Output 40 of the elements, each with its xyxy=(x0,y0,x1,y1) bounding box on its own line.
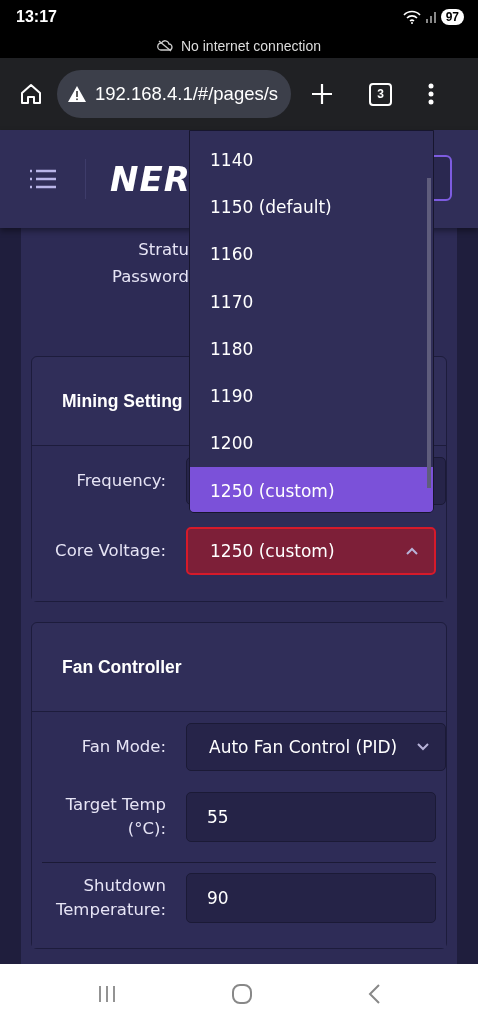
dropdown-option[interactable]: 1180 xyxy=(190,325,433,373)
dropdown-option[interactable]: 1200 xyxy=(190,419,433,468)
field-label: Frequency: xyxy=(75,470,167,492)
home-icon[interactable] xyxy=(19,82,43,106)
recent-apps-icon[interactable] xyxy=(97,985,117,1003)
tab-count-button[interactable]: 3 xyxy=(369,82,392,106)
dropdown-option[interactable]: 1190 xyxy=(190,372,433,420)
warning-icon xyxy=(67,85,87,103)
select-field[interactable]: Auto Fan Control (PID) xyxy=(186,723,446,771)
clock: 13:17 xyxy=(16,8,57,26)
address-bar[interactable]: 192.168.4.1/#/pages/s xyxy=(57,70,291,118)
dropdown-option[interactable]: 1140 xyxy=(190,136,433,184)
field-label: Target Temp (°C): xyxy=(64,794,167,840)
field-label: Stratu Password xyxy=(110,239,189,288)
more-icon[interactable] xyxy=(428,83,434,105)
menu-icon[interactable] xyxy=(29,169,57,189)
dropdown-option[interactable]: 1250 (custom) xyxy=(190,467,433,512)
signal-icon xyxy=(424,11,437,23)
offline-message: No internet connection xyxy=(180,38,322,54)
dropdown-option[interactable]: 1170 xyxy=(190,277,433,326)
logo: NER xyxy=(110,159,191,199)
scrollbar[interactable] xyxy=(427,178,431,488)
dropdown-option[interactable]: 1150 (default) xyxy=(190,183,433,231)
field-label: Shutdown Temperature: xyxy=(54,875,167,921)
plus-icon[interactable] xyxy=(311,83,333,105)
battery-level: 97 xyxy=(440,9,464,25)
field-label: Fan Mode: xyxy=(80,736,167,758)
card-title: Fan Controller xyxy=(62,656,182,678)
field-label: Core Voltage: xyxy=(54,540,167,562)
home-button-icon[interactable] xyxy=(231,983,253,1005)
back-icon[interactable] xyxy=(367,983,381,1005)
wifi-icon xyxy=(402,10,421,24)
card-title: Mining Setting xyxy=(62,390,183,412)
dropdown-option[interactable]: 1160 xyxy=(190,230,433,278)
chevron-icon xyxy=(406,547,418,555)
select-field[interactable]: 1250 (custom) xyxy=(186,527,436,575)
input-field[interactable]: 55 xyxy=(186,792,436,842)
input-field[interactable]: 90 xyxy=(186,873,436,923)
chevron-icon xyxy=(417,743,429,751)
cloud-off-icon xyxy=(156,40,173,52)
